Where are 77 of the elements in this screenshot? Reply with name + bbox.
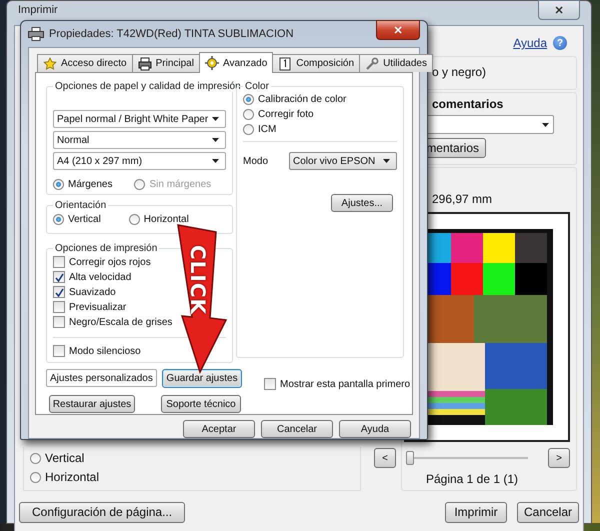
tab[interactable]: Utilidades (359, 54, 433, 72)
group-title: Opciones de papel y calidad de impresión (54, 81, 242, 92)
checkbox[interactable] (53, 301, 65, 313)
tab[interactable]: Acceso directo (37, 54, 133, 72)
help-link[interactable]: Ayuda (513, 36, 547, 50)
color-mode-dropdown[interactable]: Color vivo EPSON (289, 152, 397, 170)
checkbox[interactable] (53, 345, 65, 357)
radio-label: Corregir foto (258, 109, 314, 120)
radio-label: Vertical (45, 451, 84, 465)
radio-label: Márgenes (68, 179, 112, 190)
previous-page-button[interactable]: < (374, 448, 396, 468)
radio-label: Calibración de color (258, 94, 346, 105)
star-icon (43, 56, 57, 70)
radio-button[interactable] (128, 214, 140, 225)
window-title: Imprimir (17, 4, 58, 16)
checkbox[interactable] (264, 378, 276, 390)
dialog-button[interactable]: Cancelar (261, 420, 333, 438)
restore-settings-button[interactable]: Restaurar ajustes (49, 395, 135, 413)
radio-label: ICM (258, 124, 276, 135)
dialog-button[interactable]: Cancelar (517, 502, 579, 522)
radio-button[interactable] (53, 179, 64, 190)
checkbox[interactable] (53, 271, 65, 283)
color-mode-text: o y negro) (432, 65, 488, 79)
radio-label: Horizontal (144, 214, 189, 225)
checkbox-label: Mostrar esta pantalla primero (280, 378, 410, 390)
page-counter: Página 1 de 1 (1) (424, 472, 520, 486)
checkbox-label: Negro/Escala de grises (69, 316, 172, 328)
checkbox-label: Suavizado (69, 286, 116, 298)
group-title: Color (244, 81, 270, 92)
caret-icon (212, 159, 219, 163)
radio-button[interactable] (243, 109, 254, 120)
close-button[interactable]: ✕ (538, 0, 580, 20)
tab[interactable]: Avanzado (198, 52, 274, 73)
dialog-button[interactable]: Ayuda (339, 420, 411, 438)
dialog-button[interactable]: Imprimir (445, 502, 507, 522)
mode-label: Modo (243, 156, 268, 166)
radio-label: Horizontal (45, 470, 100, 484)
tab[interactable]: Principal (132, 54, 200, 72)
printer-icon (28, 27, 44, 41)
checkbox[interactable] (53, 316, 65, 328)
radio-button[interactable] (243, 94, 254, 105)
paper-size-text: 296,97 mm (431, 192, 494, 208)
checkbox-label: Previsualizar (69, 302, 126, 312)
window-title: Propiedades: T42WD(Red) TINTA SUBLIMACION (49, 28, 294, 40)
settings-button[interactable]: Ajustes... (331, 194, 393, 212)
save-settings-button[interactable]: Guardar ajustes (162, 369, 242, 388)
support-button[interactable]: Soporte técnico (161, 395, 241, 413)
checkbox-label: Modo silencioso (69, 346, 141, 356)
dialog-button[interactable]: Aceptar (183, 420, 255, 438)
caret-icon (212, 117, 219, 121)
radio-label: Vertical (68, 214, 101, 225)
wrench-icon (365, 56, 380, 70)
page-setup-button[interactable]: Configuración de página... (19, 502, 186, 522)
checkbox-label: Corregir ojos rojos (69, 256, 151, 268)
radio-button[interactable] (30, 472, 41, 482)
radio-button[interactable] (30, 452, 41, 464)
caret-icon (542, 122, 549, 126)
annotation-text: CLICK (186, 244, 210, 316)
caret-icon (383, 159, 390, 163)
radio-button[interactable] (53, 214, 64, 225)
checkbox[interactable] (53, 286, 65, 298)
checkbox-label: Alta velocidad (69, 272, 132, 282)
radio-button[interactable] (243, 124, 254, 135)
paper-type-dropdown[interactable]: Papel normal / Bright White Paper (53, 110, 226, 128)
group-heading: comentarios (432, 97, 504, 111)
preset-dropdown[interactable]: Ajustes personalizados (46, 369, 157, 387)
slider-thumb[interactable] (406, 451, 414, 465)
tab[interactable]: Composición (272, 54, 360, 72)
quality-dropdown[interactable]: Normal (53, 131, 226, 149)
group-title: Orientación (54, 200, 108, 211)
next-page-button[interactable]: > (548, 448, 570, 468)
radio-label: Sin márgenes (149, 179, 212, 190)
group-title: Opciones de impresión (54, 243, 158, 254)
checkbox[interactable] (53, 256, 65, 268)
close-button[interactable]: ✕ (376, 20, 420, 40)
caret-icon (212, 138, 219, 142)
paper-size-dropdown[interactable]: A4 (210 x 297 mm) (53, 152, 226, 170)
